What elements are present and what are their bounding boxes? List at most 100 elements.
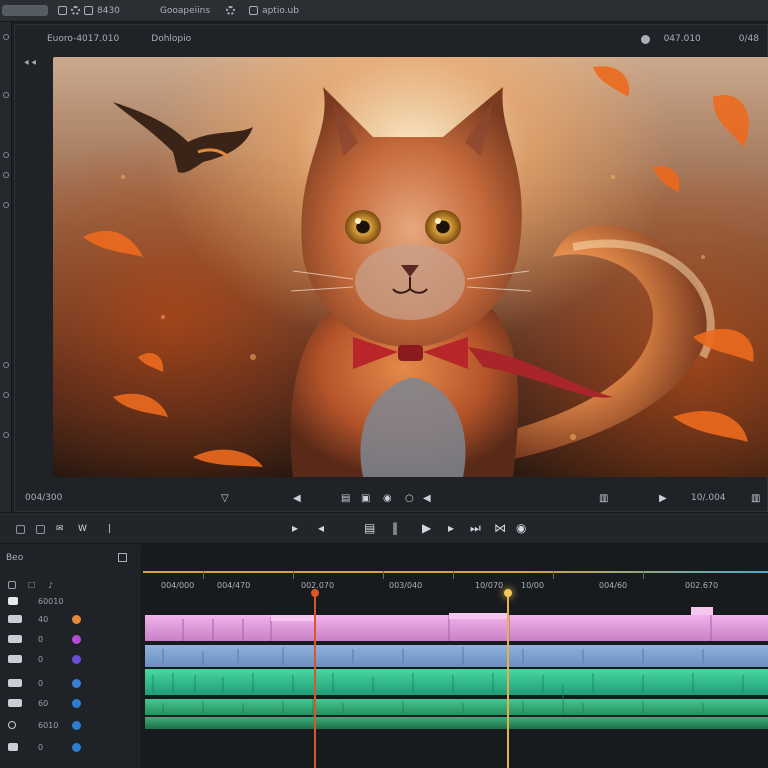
- track-color-icon[interactable]: [72, 654, 81, 664]
- play-icon[interactable]: ▶: [659, 493, 667, 504]
- viewer-duration: 10/.004: [691, 493, 726, 503]
- loop-playback-icon[interactable]: ◉: [516, 521, 526, 535]
- settings-icon[interactable]: ▥: [751, 493, 760, 504]
- track-row[interactable]: 60: [0, 693, 142, 713]
- viewer-zoom[interactable]: 0/48: [739, 34, 759, 44]
- video-frame[interactable]: [53, 57, 768, 477]
- track-panel-menu-icon[interactable]: [118, 553, 127, 562]
- playhead-yellow[interactable]: [507, 593, 509, 768]
- loop-icon[interactable]: ○: [405, 493, 414, 504]
- fast-forward-icon[interactable]: ▸: [448, 521, 454, 535]
- track-color-icon[interactable]: [72, 720, 81, 730]
- window-icon[interactable]: [58, 6, 67, 15]
- sequence-label[interactable]: Dohlopio: [151, 34, 191, 44]
- menu-item-options-label: aptio.ub: [262, 5, 299, 16]
- marker-icon[interactable]: ✉: [56, 524, 64, 534]
- viewer-current-time: 004/300: [25, 493, 63, 503]
- track-name: 0: [38, 634, 44, 644]
- track-color-icon[interactable]: [72, 634, 81, 644]
- menu-item-timecode[interactable]: 8430: [97, 6, 120, 16]
- track-panel-title: Beo: [6, 553, 24, 563]
- track-name: 60010: [38, 596, 64, 606]
- razor-tool-icon[interactable]: [3, 152, 9, 158]
- step-forward-icon[interactable]: ◀: [423, 493, 431, 504]
- insert-icon[interactable]: ▤: [341, 493, 350, 504]
- track-row[interactable]: 60010: [0, 591, 142, 611]
- menu-item-composition[interactable]: Gooapeiins: [160, 6, 210, 16]
- trim-tool-icon[interactable]: [3, 92, 9, 98]
- camera-icon[interactable]: ◉: [383, 493, 392, 504]
- clip-waveforms: [152, 607, 744, 717]
- panel-icon: [249, 6, 259, 15]
- track-name: 40: [38, 614, 49, 624]
- track-visibility-toggle[interactable]: [8, 597, 18, 605]
- stop-icon[interactable]: ▤: [364, 521, 375, 535]
- transport-bar: ✉ W | ▸ ◂ ▤ ‖ ▶ ▸ ⏭ ⋈ ◉: [0, 514, 768, 544]
- app-menu-button[interactable]: [2, 5, 48, 16]
- source-label[interactable]: Euoro-4017.010: [47, 34, 119, 44]
- snap-tool-icon[interactable]: [16, 525, 25, 534]
- toolbar-group-1[interactable]: 8430: [58, 6, 120, 16]
- playhead-red[interactable]: [314, 593, 316, 768]
- track-row[interactable]: 6010: [0, 715, 142, 735]
- track-name: 60: [38, 698, 49, 708]
- layout-icon[interactable]: [84, 6, 93, 15]
- playhead-red-handle[interactable]: [311, 589, 319, 597]
- mute-icon[interactable]: ♪: [48, 581, 53, 590]
- track-visibility-toggle[interactable]: [8, 699, 22, 707]
- tool-strip: [0, 22, 12, 512]
- track-visibility-toggle[interactable]: [8, 743, 18, 751]
- lock-icon[interactable]: ☐: [28, 581, 35, 590]
- link-tool-icon[interactable]: [36, 525, 45, 534]
- slip-tool-icon[interactable]: [3, 172, 9, 178]
- zoom-tool-icon[interactable]: [3, 392, 9, 398]
- step-back-icon[interactable]: ◀: [293, 493, 301, 504]
- rewind-icon[interactable]: ◂: [318, 521, 324, 535]
- track-visibility-toggle[interactable]: [8, 721, 16, 729]
- track-color-icon[interactable]: [72, 698, 81, 708]
- gear-icon: [226, 6, 236, 15]
- select-tool-icon[interactable]: [3, 34, 9, 40]
- track-name: 0: [38, 678, 44, 688]
- wave-icon[interactable]: W: [78, 524, 87, 534]
- track-visibility-toggle[interactable]: [8, 635, 22, 643]
- export-frame-icon[interactable]: ▥: [599, 493, 608, 504]
- track-row[interactable]: 0: [0, 737, 142, 757]
- track-color-icon[interactable]: [72, 678, 81, 688]
- pause-icon[interactable]: ‖: [392, 521, 398, 535]
- viewer-header: Euoro-4017.010 Dohlopio 047.010 0/48: [15, 25, 767, 53]
- track-row[interactable]: 0: [0, 673, 142, 693]
- menu-item-options[interactable]: aptio.ub: [226, 6, 299, 16]
- viewer-timecode: 047.010: [663, 34, 701, 44]
- playhead-yellow-handle[interactable]: [504, 589, 512, 597]
- text-tool-icon[interactable]: [3, 432, 9, 438]
- track-row[interactable]: 0: [0, 649, 142, 669]
- track-name: 6010: [38, 720, 59, 730]
- track-color-icon[interactable]: [72, 614, 81, 624]
- track-row[interactable]: 40: [0, 609, 142, 629]
- program-viewer: Euoro-4017.010 Dohlopio 047.010 0/48 ⯇⯇: [14, 24, 768, 512]
- track-visibility-toggle[interactable]: [8, 679, 22, 687]
- timeline-panel[interactable]: 004/000 004/470 002.070 003/040 10/070 1…: [143, 545, 768, 768]
- track-name: 0: [38, 742, 44, 752]
- track-color-icon[interactable]: [72, 742, 81, 752]
- menu-bar: 8430 Gooapeiins aptio.ub: [0, 0, 768, 22]
- track-toggle[interactable]: [8, 581, 16, 589]
- track-name: 0: [38, 654, 44, 664]
- record-icon[interactable]: [640, 34, 650, 44]
- divider-icon: |: [108, 524, 112, 534]
- video-frame-art: [83, 66, 754, 477]
- pen-tool-icon[interactable]: [3, 202, 9, 208]
- expand-arrows-icon[interactable]: ⯇⯇: [23, 59, 37, 69]
- track-visibility-toggle[interactable]: [8, 615, 22, 623]
- go-to-start-icon[interactable]: ▸: [292, 521, 298, 535]
- next-edit-icon[interactable]: ⏭: [470, 521, 481, 536]
- overwrite-icon[interactable]: ▣: [361, 493, 370, 504]
- end-icon[interactable]: ⋈: [494, 521, 506, 535]
- hand-tool-icon[interactable]: [3, 362, 9, 368]
- track-row[interactable]: 0: [0, 629, 142, 649]
- track-visibility-toggle[interactable]: [8, 655, 22, 663]
- play-button[interactable]: ▶: [422, 521, 431, 535]
- mark-in-icon[interactable]: ▽: [221, 493, 229, 504]
- settings-icon[interactable]: [71, 6, 80, 15]
